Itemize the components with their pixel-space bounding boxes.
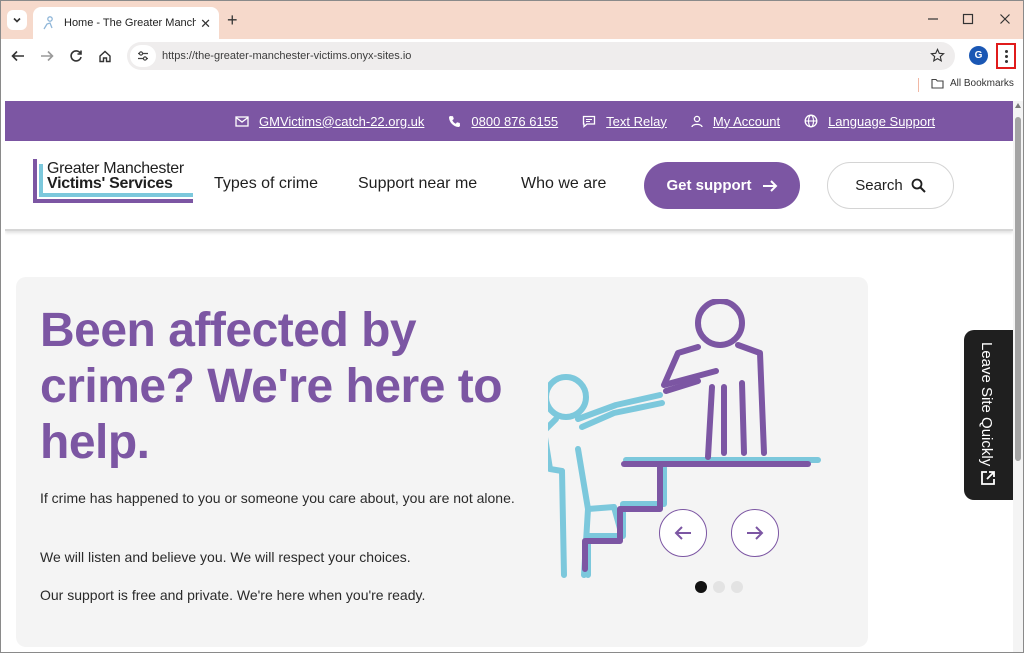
user-icon — [691, 115, 703, 127]
all-bookmarks-button[interactable]: All Bookmarks — [931, 78, 1014, 89]
address-bar[interactable]: https://the-greater-manchester-victims.o… — [127, 42, 955, 70]
external-link-icon — [981, 471, 995, 485]
nav-types-of-crime[interactable]: Types of crime — [214, 175, 318, 193]
page-scrollbar[interactable] — [1013, 101, 1023, 652]
logo-mark — [39, 193, 193, 197]
leave-site-label: Leave Site Quickly — [978, 342, 995, 467]
tab-strip: Home - The Greater Manchester Victims' S… — [1, 1, 1023, 39]
carousel-dot[interactable] — [695, 581, 707, 593]
menu-dot-icon — [1004, 54, 1008, 58]
search-button[interactable]: Search — [827, 162, 954, 209]
minimize-icon[interactable] — [925, 11, 941, 27]
folder-icon — [931, 78, 944, 89]
bookmarks-bar: All Bookmarks — [1, 73, 1023, 97]
carousel-prev-button[interactable] — [659, 509, 707, 557]
hero-banner: Been affected by crime? We're here to he… — [16, 277, 868, 647]
url-text[interactable]: https://the-greater-manchester-victims.o… — [162, 50, 411, 62]
nav-who-we-are[interactable]: Who we are — [521, 175, 606, 193]
back-arrow-icon[interactable] — [9, 47, 27, 65]
maximize-icon[interactable] — [960, 11, 976, 27]
bookmark-star-icon[interactable] — [930, 48, 945, 63]
home-icon[interactable] — [96, 47, 114, 65]
bookmarks-separator — [918, 78, 919, 92]
utility-language: Language Support — [804, 114, 935, 129]
browser-toolbar: https://the-greater-manchester-victims.o… — [1, 39, 1023, 73]
chevron-down-icon — [13, 17, 21, 23]
logo-mark — [33, 199, 193, 203]
arrow-right-icon — [762, 179, 777, 192]
language-support-link[interactable]: Language Support — [828, 114, 935, 129]
email-link[interactable]: GMVictims@catch-22.org.uk — [259, 114, 424, 129]
utility-text-relay: Text Relay — [582, 114, 667, 129]
utility-email: GMVictims@catch-22.org.uk — [235, 114, 424, 129]
scroll-thumb[interactable] — [1015, 117, 1021, 461]
nav-support-near-me[interactable]: Support near me — [358, 175, 477, 193]
envelope-icon — [235, 115, 249, 127]
web-page: GMVictims@catch-22.org.uk 0800 876 6155 … — [5, 101, 1013, 652]
hero-heading: Been affected by crime? We're here to he… — [40, 304, 503, 469]
carousel-dot[interactable] — [713, 581, 725, 593]
site-logo[interactable]: Greater Manchester Victims' Services — [33, 159, 193, 205]
scroll-up-icon[interactable] — [1015, 103, 1021, 108]
close-window-icon[interactable] — [997, 11, 1013, 27]
carousel-dot[interactable] — [731, 581, 743, 593]
search-label: Search — [855, 177, 903, 194]
tab-search-button[interactable] — [7, 10, 27, 30]
my-account-link[interactable]: My Account — [713, 114, 780, 129]
menu-dot-icon — [1004, 59, 1008, 63]
arrow-right-icon — [747, 526, 764, 540]
arrow-left-icon — [674, 526, 691, 540]
site-header: Greater Manchester Victims' Services Typ… — [5, 141, 1013, 231]
browser-menu-button[interactable] — [996, 43, 1016, 69]
all-bookmarks-label: All Bookmarks — [950, 78, 1014, 89]
carousel-dots — [695, 581, 743, 593]
carousel-next-button[interactable] — [731, 509, 779, 557]
phone-link[interactable]: 0800 876 6155 — [471, 114, 558, 129]
profile-avatar[interactable]: G — [969, 46, 988, 65]
text-relay-link[interactable]: Text Relay — [606, 114, 667, 129]
new-tab-button[interactable]: + — [227, 11, 238, 29]
hero-paragraph: Our support is free and private. We're h… — [40, 587, 426, 603]
search-icon — [911, 178, 926, 193]
hero-paragraph: If crime has happened to you or someone … — [40, 490, 515, 506]
leave-site-quickly-button[interactable]: Leave Site Quickly — [964, 330, 1013, 500]
site-favicon-icon — [43, 16, 53, 30]
reload-icon[interactable] — [67, 47, 85, 65]
browser-tab[interactable]: Home - The Greater Manchester Victims' S… — [33, 7, 219, 39]
utility-phone: 0800 876 6155 — [448, 114, 558, 129]
globe-icon — [804, 114, 818, 128]
get-support-button[interactable]: Get support — [644, 162, 800, 209]
utility-my-account: My Account — [691, 114, 780, 129]
hero-paragraph: We will listen and believe you. We will … — [40, 549, 411, 565]
forward-arrow-icon[interactable] — [38, 47, 56, 65]
logo-mark — [33, 159, 37, 203]
browser-window: Home - The Greater Manchester Victims' S… — [0, 0, 1024, 653]
phone-icon — [449, 115, 461, 127]
utility-bar: GMVictims@catch-22.org.uk 0800 876 6155 … — [5, 101, 1013, 141]
site-info-icon[interactable] — [130, 45, 156, 67]
chat-bubble-icon — [583, 115, 596, 128]
logo-text-line2: Victims' Services — [47, 175, 173, 192]
tab-close-icon[interactable]: ✕ — [200, 17, 211, 30]
get-support-label: Get support — [666, 177, 752, 194]
menu-dot-icon — [1004, 49, 1008, 53]
tab-title: Home - The Greater Manchester Victims' S… — [64, 17, 196, 29]
